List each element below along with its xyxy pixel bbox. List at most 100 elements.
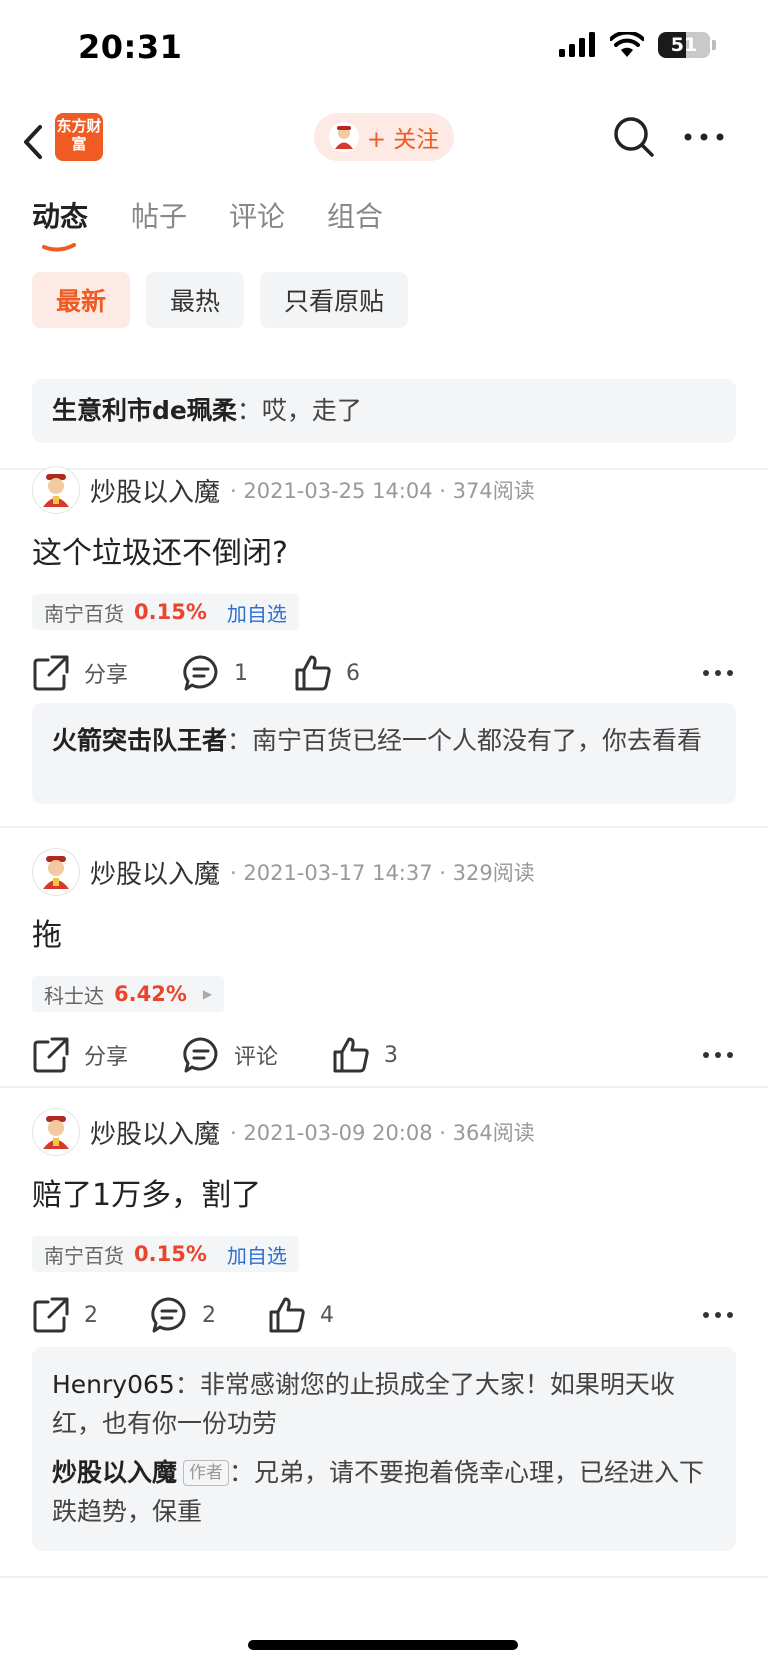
filter-original-only[interactable]: 只看原贴 [260,272,409,328]
comment-separator: ： [229,1458,255,1487]
post-actions: 分享 评论 3 [32,1030,736,1080]
filter-latest[interactable]: 最新 [32,272,131,328]
comment-icon [183,1037,218,1073]
like-count: 4 [320,1302,334,1328]
active-tab-indicator [42,243,76,252]
nav-bar: 东方财富 + 关注 [0,105,768,185]
add-watchlist-button[interactable]: 加自选 [227,1240,287,1269]
comment-icon [151,1297,186,1333]
home-indicator[interactable] [248,1640,518,1650]
comment-button[interactable]: 评论 [182,1030,278,1080]
post-actions: 2 2 4 [32,1290,736,1340]
like-button[interactable]: 6 [294,648,360,698]
share-count: 2 [84,1302,98,1328]
filter-bar: 最新 最热 只看原贴 [32,272,409,328]
share-icon [33,1297,69,1333]
share-icon [33,1037,69,1073]
tab-posts[interactable]: 帖子 [131,195,187,235]
tab-portfolio[interactable]: 组合 [327,195,383,235]
divider [0,826,768,828]
share-button[interactable]: 分享 [32,648,128,698]
stock-tag[interactable]: 南宁百货 0.15% 加自选 [32,1236,299,1272]
share-button[interactable]: 2 [32,1290,98,1340]
comment-preview[interactable]: Henry065：非常感谢您的止损成全了大家！如果明天收红，也有你一份功劳 炒股… [32,1347,736,1551]
battery-icon: 51 [658,32,710,58]
add-watchlist-button[interactable]: 加自选 [227,598,287,627]
status-icons: 51 [558,32,716,58]
comment-author[interactable]: 生意利市de珮柔 [52,396,237,425]
signal-icon [559,32,595,57]
stock-tag[interactable]: 南宁百货 0.15% 加自选 [32,594,299,630]
post-meta: · 2021-03-17 14:37 · 329阅读 [230,861,535,885]
filter-hot[interactable]: 最热 [146,272,245,328]
post-text[interactable]: 这个垃圾还不倒闭? [32,528,288,572]
share-label: 分享 [84,1045,129,1070]
avatar[interactable] [32,466,80,514]
comment-icon [183,655,218,691]
stock-change: 6.42% [114,982,187,1006]
author-badge: 作者 [183,1460,230,1486]
back-icon[interactable] [16,117,52,167]
comment-separator: ： [174,1370,200,1399]
comment-preview[interactable]: 火箭突击队王者：南宁百货已经一个人都没有了，你去看看 [32,703,736,804]
comment-text: 南宁百货已经一个人都没有了，你去看看 [252,726,703,755]
more-icon[interactable] [700,656,736,690]
comment-author[interactable]: 火箭突击队王者 [52,726,227,755]
avatar[interactable] [32,848,80,896]
post-item[interactable]: 炒股以入魔 · 2021-03-09 20:08 · 364阅读 赔了1万多，割… [0,1108,768,1358]
tab-comments[interactable]: 评论 [229,195,285,235]
comment-separator: ： [236,396,262,425]
more-icon[interactable] [700,1298,736,1332]
share-icon [33,655,69,691]
share-button[interactable]: 分享 [32,1030,128,1080]
post-item[interactable]: 炒股以入魔 · 2021-03-17 14:37 · 329阅读 拖 科士达 6… [0,848,768,1088]
comment-label: 评论 [234,1045,279,1070]
follow-label: + 关注 [366,127,440,153]
share-label: 分享 [84,663,129,688]
comment-separator: ： [227,726,253,755]
tab-dynamic[interactable]: 动态 [32,195,88,235]
comment-preview[interactable]: 生意利市de珮柔：哎，走了 [32,379,736,443]
user-avatar-icon [328,122,359,152]
post-header: 炒股以入魔 · 2021-03-25 14:04 · 374阅读 [32,466,535,514]
battery-level: 51 [670,34,698,56]
expand-arrow-icon: ▶ [202,987,213,1001]
comment-text: 哎，走了 [261,396,362,425]
feed[interactable]: 生意利市de珮柔：哎，走了 炒股以入魔 · 2021-03-25 14:04 ·… [0,330,768,1663]
post-username[interactable]: 炒股以入魔 [90,472,220,509]
stock-change: 0.15% [134,1242,207,1266]
post-text[interactable]: 赔了1万多，割了 [32,1170,261,1214]
post-meta: · 2021-03-25 14:04 · 374阅读 [230,479,535,503]
post-username[interactable]: 炒股以入魔 [90,1114,220,1151]
stock-tag[interactable]: 科士达 6.42% ▶ [32,976,225,1012]
wifi-icon [610,32,644,57]
post-text[interactable]: 拖 [32,910,62,954]
stock-name: 科士达 [44,983,104,1008]
more-icon[interactable] [700,1038,736,1072]
status-bar: 20:31 51 [0,0,768,100]
post-username[interactable]: 炒股以入魔 [90,854,220,891]
like-count: 3 [384,1042,398,1068]
like-button[interactable]: 4 [268,1290,334,1340]
divider [0,1576,768,1578]
divider [0,1086,768,1088]
like-button[interactable]: 3 [332,1030,398,1080]
stock-name: 南宁百货 [44,1243,124,1268]
follow-button[interactable]: + 关注 [314,113,454,161]
comment-count: 2 [202,1302,216,1328]
app-logo[interactable]: 东方财富 [55,113,103,161]
battery-tip [712,40,716,50]
comment-author[interactable]: 炒股以入魔 [52,1458,177,1487]
comment-button[interactable]: 2 [150,1290,216,1340]
post-header: 炒股以入魔 · 2021-03-17 14:37 · 329阅读 [32,848,535,896]
comment-button[interactable]: 1 [182,648,248,698]
like-icon [295,655,331,691]
partial-action-row [30,330,360,336]
more-icon[interactable] [680,119,728,155]
avatar[interactable] [32,1108,80,1156]
search-icon[interactable] [610,113,658,161]
status-time: 20:31 [78,28,183,66]
like-icon [333,1037,369,1073]
post-header: 炒股以入魔 · 2021-03-09 20:08 · 364阅读 [32,1108,535,1156]
comment-author[interactable]: Henry065 [52,1370,175,1399]
